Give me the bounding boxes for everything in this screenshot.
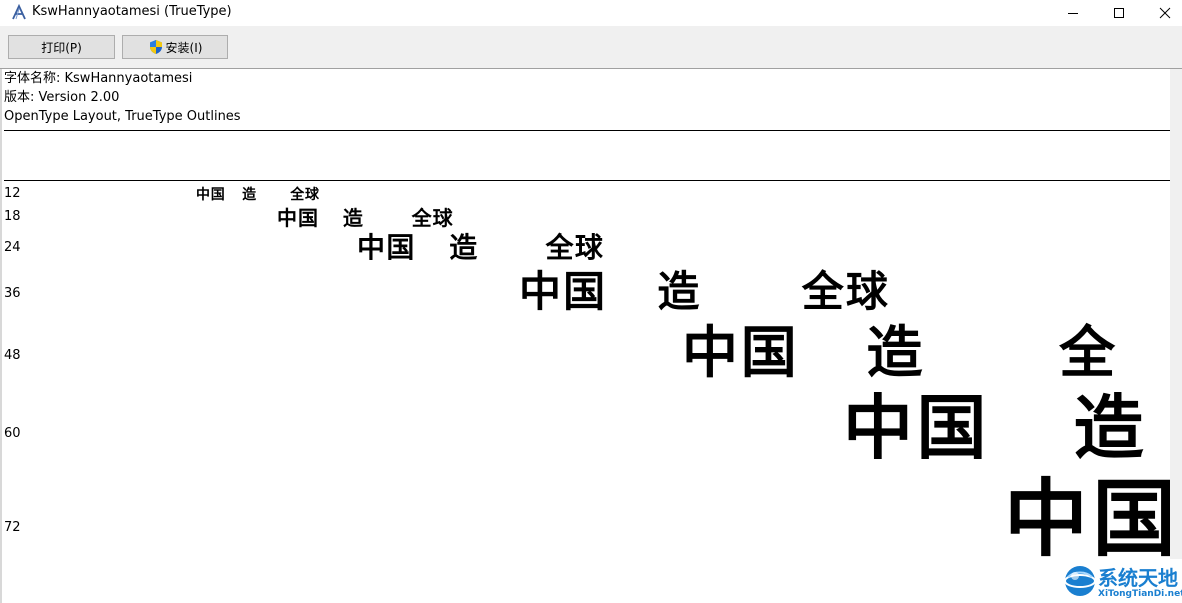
minimize-button[interactable] — [1050, 0, 1096, 26]
font-viewer-window: KswHannyaotamesi (TrueType) 打印(P) 安装(I) … — [0, 0, 1182, 603]
print-button-label: 打印(P) — [41, 40, 82, 55]
sample-text-72: 中国 — [1004, 469, 1170, 568]
right-scroll-edge[interactable] — [1170, 69, 1182, 603]
install-button-label: 安装(I) — [165, 40, 203, 55]
font-name-line: 字体名称: KswHannyaotamesi — [4, 71, 193, 86]
watermark-title: 系统天地 — [1098, 566, 1178, 590]
window-title: KswHannyaotamesi (TrueType) — [32, 4, 232, 19]
sample-text-12: 中国 造 全球 — [196, 187, 320, 203]
close-button[interactable] — [1142, 0, 1182, 26]
minimize-icon — [1068, 13, 1078, 14]
toolbar: 打印(P) 安装(I) — [0, 26, 1182, 69]
uac-shield-icon — [149, 40, 162, 54]
watermark-subtitle: XiTongTianDi.net — [1098, 589, 1182, 599]
sample-strip: 中国 造 全球 中国 造 全球 中国 造 全球 中国 造 全球 中国 造 全 中… — [0, 180, 1170, 603]
print-button[interactable]: 打印(P) — [8, 35, 115, 59]
font-app-icon — [12, 4, 26, 20]
install-button[interactable]: 安装(I) — [122, 35, 228, 59]
maximize-icon — [1114, 8, 1124, 18]
title-bar: KswHannyaotamesi (TrueType) — [0, 0, 1182, 26]
site-watermark: 系统天地 XiTongTianDi.net — [1060, 559, 1182, 603]
maximize-button[interactable] — [1096, 0, 1142, 26]
close-icon — [1159, 7, 1171, 19]
separator-top — [4, 130, 1170, 131]
watermark-globe-icon — [1064, 566, 1096, 596]
font-version-line: 版本: Version 2.00 — [4, 90, 120, 105]
font-layout-line: OpenType Layout, TrueType Outlines — [4, 109, 241, 124]
